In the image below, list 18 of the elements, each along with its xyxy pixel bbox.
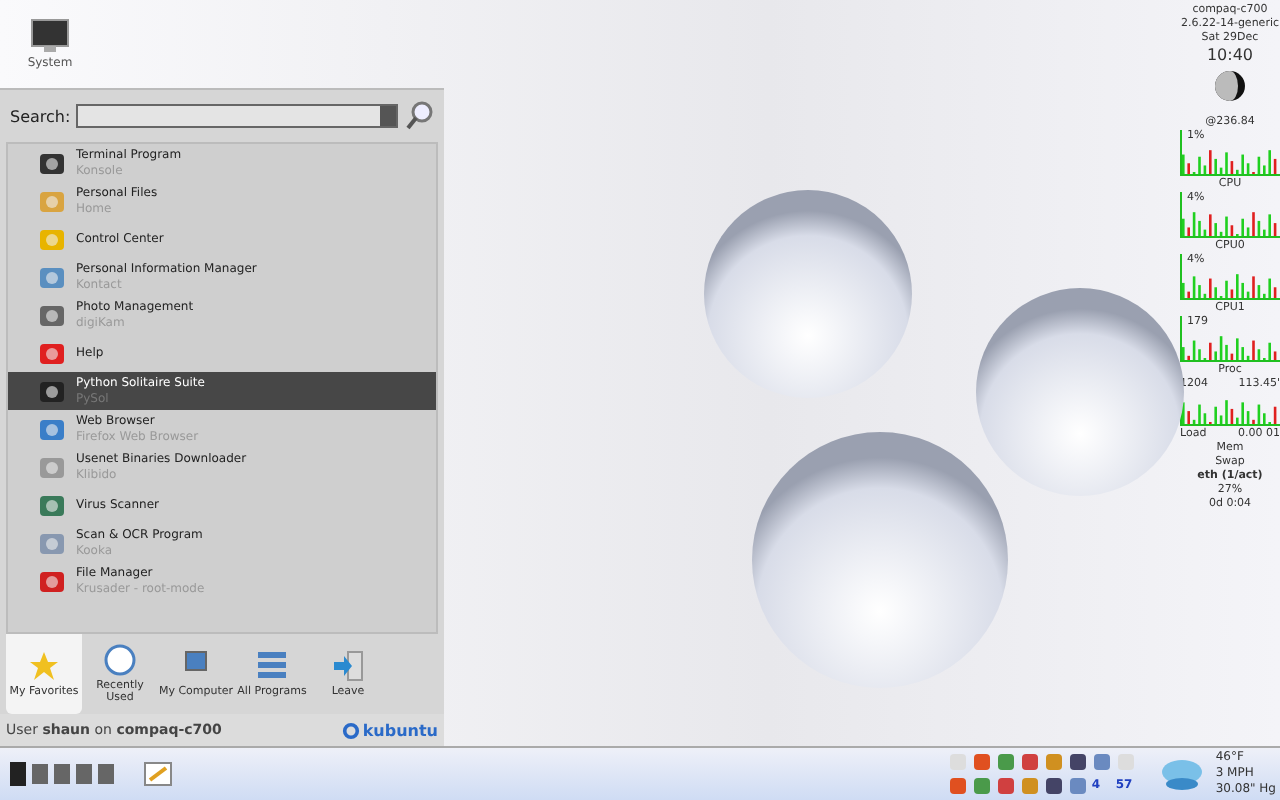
monitor-icon[interactable] xyxy=(30,18,70,54)
distro-logo: kubuntu xyxy=(342,721,438,739)
moon-phase-icon xyxy=(1214,70,1246,102)
tray-icon[interactable] xyxy=(1043,776,1064,796)
star-icon xyxy=(28,650,60,682)
clock-time: 10:40 xyxy=(1206,46,1254,64)
tray-icon[interactable] xyxy=(1067,752,1088,772)
tray-icon[interactable] xyxy=(995,776,1016,796)
tray-icon[interactable] xyxy=(971,752,992,772)
exit-icon xyxy=(332,650,364,682)
list-icon xyxy=(256,650,288,682)
clock-icon xyxy=(104,644,136,676)
tray-icon[interactable] xyxy=(1019,752,1040,772)
search-icon[interactable] xyxy=(404,100,436,132)
search-field[interactable] xyxy=(76,104,398,128)
search-label: Search: xyxy=(10,107,71,125)
pencil-icon[interactable] xyxy=(144,762,172,786)
cloud-icon[interactable] xyxy=(1159,754,1204,794)
